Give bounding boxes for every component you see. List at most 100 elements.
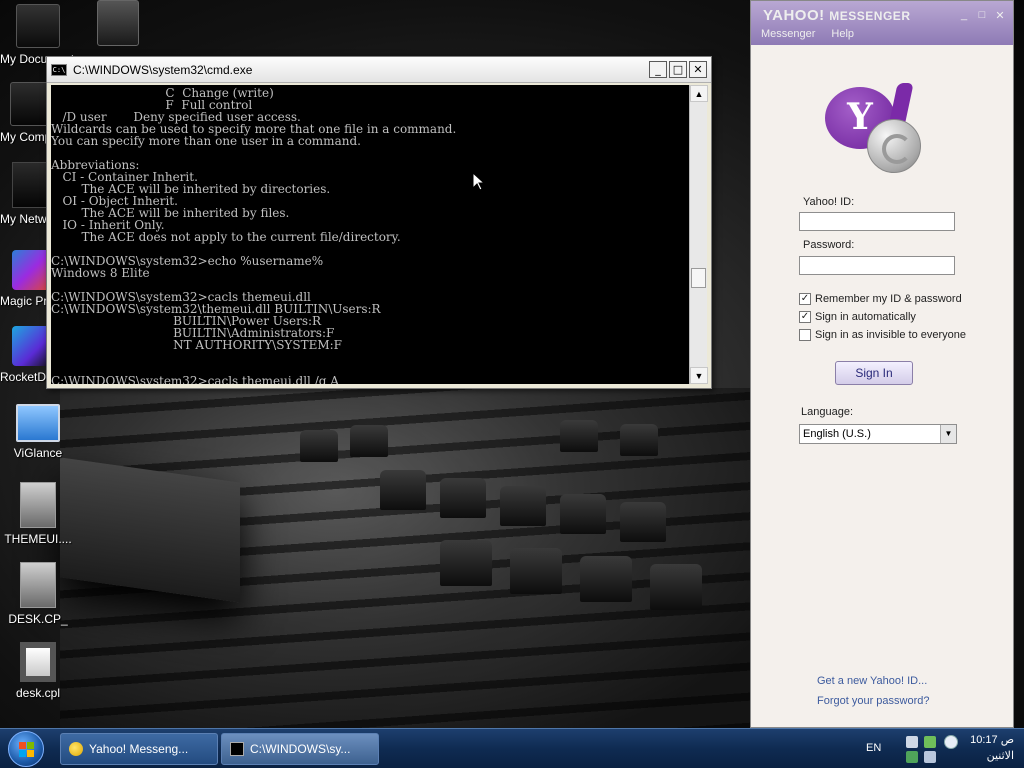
cmd-line — [51, 147, 689, 159]
yahoo-id-label: Yahoo! ID: — [803, 196, 855, 208]
invisible-checkbox[interactable]: Sign in as invisible to everyone — [799, 329, 966, 341]
wallpaper-seat — [510, 548, 562, 594]
maximize-button[interactable]: □ — [669, 61, 687, 78]
chevron-down-icon[interactable]: ▼ — [940, 425, 956, 443]
desktop-icon-desk-cpl[interactable]: desk.cpl — [0, 642, 76, 700]
invisible-label: Sign in as invisible to everyone — [815, 329, 967, 341]
start-button[interactable] — [8, 731, 44, 767]
clock-icon — [944, 735, 958, 749]
cmd-line: Windows 8 Elite — [51, 266, 150, 280]
minimize-button[interactable]: _ — [649, 61, 667, 78]
menu-messenger[interactable]: Messenger — [761, 28, 815, 40]
file-icon — [20, 562, 56, 608]
password-label: Password: — [803, 239, 855, 251]
cmd-titlebar[interactable]: C:\ C:\WINDOWS\system32\cmd.exe _ □ ✕ — [47, 57, 711, 83]
scroll-thumb[interactable] — [691, 268, 706, 288]
sign-in-button[interactable]: Sign In — [835, 361, 913, 385]
password-input[interactable] — [799, 256, 955, 275]
scroll-up-icon[interactable]: ▲ — [690, 85, 708, 102]
desktop-icon-label: desk.cpl — [15, 686, 61, 700]
desktop-icon-label: DESK.CP_ — [8, 612, 68, 626]
tray-app-icon[interactable] — [906, 751, 918, 763]
wallpaper-seat — [350, 425, 388, 457]
language-value: English (U.S.) — [803, 428, 871, 440]
cmd-icon — [230, 742, 244, 756]
file-icon — [20, 482, 56, 528]
taskbar: Yahoo! Messeng... C:\WINDOWS\sy... EN 10… — [0, 728, 1024, 768]
ym-minimize-button[interactable]: _ — [957, 9, 971, 22]
language-indicator[interactable]: EN — [866, 742, 881, 754]
desktop-icon-multimedia[interactable] — [80, 0, 156, 50]
system-tray[interactable] — [904, 733, 944, 765]
ym-title: YAHOO! MESSENGER — [763, 7, 910, 24]
language-select[interactable]: English (U.S.) ▼ — [799, 424, 957, 444]
new-id-link[interactable]: Get a new Yahoo! ID... — [817, 675, 927, 687]
multimedia-icon — [97, 0, 139, 46]
ym-maximize-button[interactable]: □ — [975, 9, 989, 22]
cmd-output[interactable]: C Change (write) F Full control /D user … — [51, 85, 689, 384]
desktop-icon-label: THEMEUI.... — [4, 532, 72, 546]
network-tray-icon[interactable] — [924, 736, 936, 748]
mouse-cursor-icon — [472, 172, 486, 191]
ym-titlebar[interactable]: YAHOO! MESSENGER _ □ ✕ Messenger Help — [751, 1, 1013, 45]
wallpaper-seat — [580, 556, 632, 602]
yahoo-messenger-window[interactable]: YAHOO! MESSENGER _ □ ✕ Messenger Help Y … — [750, 0, 1014, 728]
yahoo-logo-icon: Y — [825, 83, 925, 173]
wallpaper-seat — [500, 486, 546, 526]
checkbox-checked-icon[interactable]: ✓ — [799, 293, 811, 305]
wallpaper-seat — [560, 494, 606, 534]
tray-app-icon[interactable] — [924, 751, 936, 763]
remember-label: Remember my ID & password — [815, 293, 962, 305]
network-icon — [12, 162, 48, 208]
taskbar-button-label: C:\WINDOWS\sy... — [250, 742, 351, 756]
clock-time: 10:17 ص — [970, 734, 1014, 746]
ym-title-sub: MESSENGER — [829, 9, 911, 23]
desktop-icon-viglance[interactable]: ViGlance — [0, 404, 76, 460]
desktop-icon-themeui[interactable]: THEMEUI.... — [0, 482, 76, 546]
cmd-scrollbar[interactable]: ▲ ▼ — [689, 85, 708, 384]
wallpaper-seat — [620, 424, 658, 456]
auto-signin-label: Sign in automatically — [815, 311, 916, 323]
ym-title-main: YAHOO! — [763, 7, 825, 24]
wallpaper-seat — [380, 470, 426, 510]
desktop-icon-desk-cp[interactable]: DESK.CP_ — [0, 562, 76, 626]
taskbar-button-label: Yahoo! Messeng... — [89, 742, 189, 756]
cmd-console[interactable]: C Change (write) F Full control /D user … — [51, 85, 708, 384]
cmd-line: The ACE does not apply to the current fi… — [51, 230, 401, 244]
wallpaper-desk — [60, 457, 240, 603]
remember-checkbox[interactable]: ✓ Remember my ID & password — [799, 293, 962, 305]
computer-icon — [10, 82, 50, 126]
ym-close-button[interactable]: ✕ — [993, 9, 1007, 22]
yahoo-id-input[interactable] — [799, 212, 955, 231]
cmd-line: NT AUTHORITY\SYSTEM:F — [51, 338, 342, 352]
auto-signin-checkbox[interactable]: ✓ Sign in automatically — [799, 311, 916, 323]
taskbar-button-yahoo[interactable]: Yahoo! Messeng... — [60, 733, 218, 765]
menu-help[interactable]: Help — [831, 28, 854, 40]
cmd-line — [51, 351, 689, 363]
checkbox-unchecked-icon[interactable] — [799, 329, 811, 341]
smiley-icon — [69, 742, 83, 756]
monitor-icon — [16, 404, 60, 442]
desktop-icon-label: ViGlance — [13, 446, 63, 460]
wallpaper-seat — [440, 540, 492, 586]
language-label: Language: — [801, 406, 853, 418]
forgot-password-link[interactable]: Forgot your password? — [817, 695, 930, 707]
wallpaper-seat — [560, 420, 598, 452]
folder-icon — [16, 4, 60, 48]
taskbar-button-cmd[interactable]: C:\WINDOWS\sy... — [221, 733, 379, 765]
cmd-window[interactable]: C:\ C:\WINDOWS\system32\cmd.exe _ □ ✕ C … — [46, 56, 712, 389]
wallpaper-seat — [440, 478, 486, 518]
wallpaper-seat — [620, 502, 666, 542]
cmd-line: You can specify more than one user in a … — [51, 134, 361, 148]
control-panel-icon — [20, 642, 56, 682]
cmd-icon: C:\ — [51, 63, 67, 76]
close-button[interactable]: ✕ — [689, 61, 707, 78]
cmd-title: C:\WINDOWS\system32\cmd.exe — [73, 62, 253, 77]
volume-icon[interactable] — [906, 736, 918, 748]
windows-logo-icon — [19, 742, 35, 758]
wallpaper-seat — [650, 564, 702, 610]
checkbox-checked-icon[interactable]: ✓ — [799, 311, 811, 323]
system-clock[interactable]: 10:17 ص الاثنين — [970, 732, 1014, 764]
clock-day: الاثنين — [986, 750, 1014, 762]
scroll-down-icon[interactable]: ▼ — [690, 367, 708, 384]
